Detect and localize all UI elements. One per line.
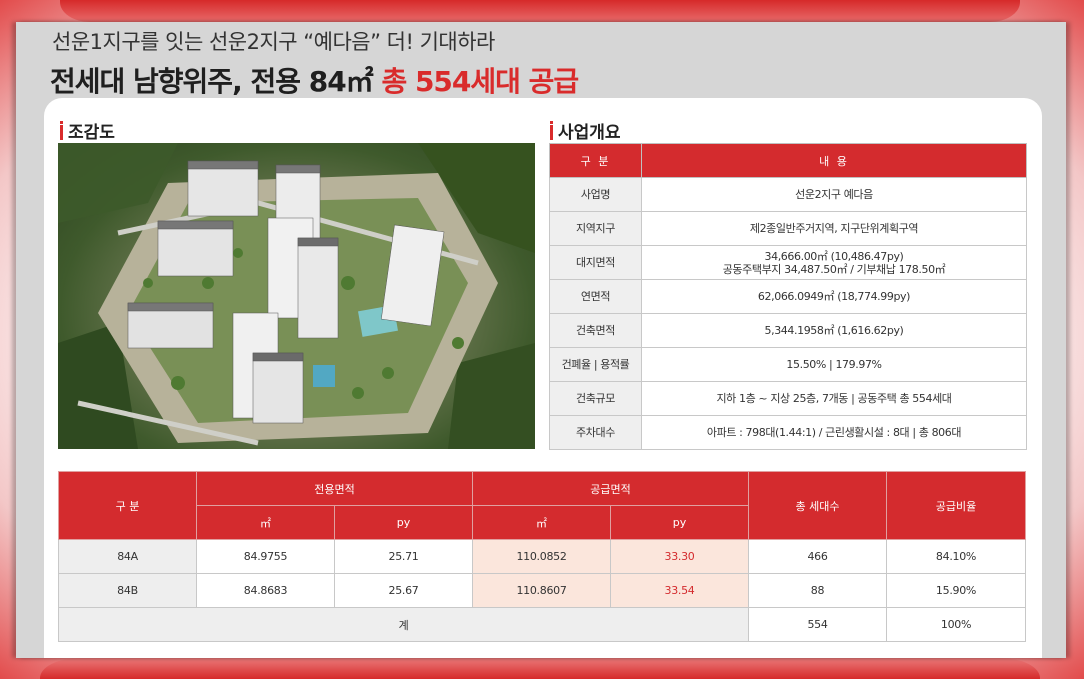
overview-header-row: 구 분 내 용 [549, 143, 1027, 178]
overview-label: 사업명 [549, 177, 642, 212]
supply-sp-sqm: 110.8607 [472, 573, 611, 608]
supply-header-sp-sqm: ㎡ [472, 505, 611, 540]
overview-section-title: 사업개요 [550, 118, 621, 143]
aerial-view-image [58, 143, 535, 449]
table-row: 사업명 선운2지구 예다음 [549, 177, 1027, 212]
supply-sp-py: 33.30 [610, 539, 749, 574]
overview-label: 대지면적 [549, 245, 642, 280]
overview-label: 주차대수 [549, 415, 642, 450]
table-row: 건축면적 5,344.1958㎡ (1,616.62py) [549, 313, 1027, 348]
supply-sp-py: 33.54 [610, 573, 749, 608]
supply-households: 466 [748, 539, 887, 574]
overview-value-line2: 공동주택부지 34,487.50㎡ / 기부채납 178.50㎡ [722, 262, 946, 276]
overview-label: 연면적 [549, 279, 642, 314]
table-row: 84B 84.8683 25.67 110.8607 33.54 88 15.9… [58, 573, 1026, 608]
supply-header-ratio: 공급비율 [886, 471, 1026, 540]
supply-households: 88 [748, 573, 887, 608]
supply-table: 구 분 전용면적 공급면적 총 세대수 공급비율 ㎡ py ㎡ py 84A 8… [58, 471, 1026, 642]
supply-sp-sqm: 110.0852 [472, 539, 611, 574]
section-marker-icon [550, 121, 553, 140]
supply-ratio: 84.10% [886, 539, 1026, 574]
overview-header-category: 구 분 [549, 143, 642, 178]
supply-total-households: 554 [748, 607, 887, 642]
supply-ratio: 15.90% [886, 573, 1026, 608]
table-row: 주차대수 아파트 : 798대(1.44:1) / 근린생활시설 : 8대 | … [549, 415, 1027, 450]
overview-value-line1: 34,666.00㎡ (10,486.47py) [764, 249, 904, 263]
supply-ex-py: 25.71 [334, 539, 473, 574]
table-row: 대지면적 34,666.00㎡ (10,486.47py) 공동주택부지 34,… [549, 245, 1027, 280]
aerial-section-label: 조감도 [68, 123, 115, 143]
supply-type: 84A [58, 539, 197, 574]
headline-subtitle: 선운1지구를 잇는 선운2지구 “예다음” 더! 기대하라 [52, 30, 495, 54]
supply-header-supply: 공급면적 [472, 471, 749, 506]
supply-ex-sqm: 84.8683 [196, 573, 335, 608]
aerial-section-title: 조감도 [60, 118, 115, 143]
headline-title: 전세대 남향위주, 전용 84㎡ 총 554세대 공급 [50, 60, 579, 100]
overview-value: 선운2지구 예다음 [641, 177, 1027, 212]
overview-table: 구 분 내 용 사업명 선운2지구 예다음 지역지구 제2종일반주거지역, 지구… [549, 143, 1027, 450]
supply-ex-sqm: 84.9755 [196, 539, 335, 574]
supply-header-ex-py: py [334, 505, 473, 540]
bottom-ribbon [40, 658, 1040, 679]
table-row: 84A 84.9755 25.71 110.0852 33.30 466 84.… [58, 539, 1026, 574]
supply-total-label: 계 [58, 607, 749, 642]
section-marker-icon [60, 121, 63, 140]
overview-value: 62,066.0949㎡ (18,774.99py) [641, 279, 1027, 314]
supply-header-ex-sqm: ㎡ [196, 505, 335, 540]
aerial-illustration [58, 143, 535, 449]
overview-value: 5,344.1958㎡ (1,616.62py) [641, 313, 1027, 348]
overview-label: 건축규모 [549, 381, 642, 416]
overview-label: 지역지구 [549, 211, 642, 246]
top-ribbon [60, 0, 1020, 22]
supply-table-wrap: 구 분 전용면적 공급면적 총 세대수 공급비율 ㎡ py ㎡ py 84A 8… [58, 471, 1026, 642]
supply-total-ratio: 100% [886, 607, 1026, 642]
overview-label: 건축면적 [549, 313, 642, 348]
supply-ex-py: 25.67 [334, 573, 473, 608]
headline-title-main: 전세대 남향위주, 전용 84㎡ [50, 65, 382, 98]
supply-header-row: 구 분 전용면적 공급면적 총 세대수 공급비율 [58, 471, 1026, 540]
overview-value: 지하 1층 ~ 지상 25층, 7개동 | 공동주택 총 554세대 [641, 381, 1027, 416]
table-row: 건폐율 | 용적률 15.50% | 179.97% [549, 347, 1027, 382]
table-row: 지역지구 제2종일반주거지역, 지구단위계획구역 [549, 211, 1027, 246]
overview-header-content: 내 용 [641, 143, 1027, 178]
headline-title-highlight: 총 554세대 공급 [381, 65, 579, 98]
supply-header-sp-py: py [610, 505, 749, 540]
table-row: 건축규모 지하 1층 ~ 지상 25층, 7개동 | 공동주택 총 554세대 [549, 381, 1027, 416]
overview-value: 제2종일반주거지역, 지구단위계획구역 [641, 211, 1027, 246]
supply-header-type: 구 분 [58, 471, 197, 540]
overview-label: 건폐율 | 용적률 [549, 347, 642, 382]
table-row-total: 계 554 100% [58, 607, 1026, 642]
overview-section-label: 사업개요 [558, 123, 621, 143]
supply-header-exclusive: 전용면적 [196, 471, 473, 506]
supply-header-households: 총 세대수 [748, 471, 887, 540]
supply-type: 84B [58, 573, 197, 608]
overview-value: 34,666.00㎡ (10,486.47py) 공동주택부지 34,487.5… [641, 245, 1027, 280]
overview-value: 아파트 : 798대(1.44:1) / 근린생활시설 : 8대 | 총 806… [641, 415, 1027, 450]
table-row: 연면적 62,066.0949㎡ (18,774.99py) [549, 279, 1027, 314]
overview-value: 15.50% | 179.97% [641, 347, 1027, 382]
